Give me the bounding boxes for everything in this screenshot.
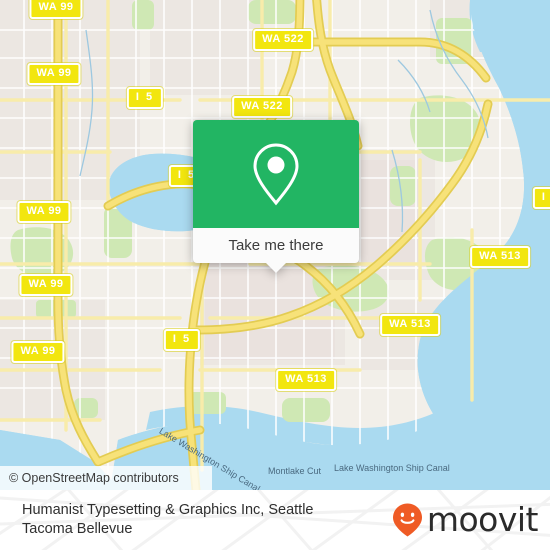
moovit-logo[interactable]: moovit bbox=[392, 490, 539, 550]
road-shield: WA 99 bbox=[29, 0, 83, 19]
road-shield: WA 513 bbox=[470, 246, 530, 268]
water-label: Montlake Cut bbox=[268, 466, 322, 476]
map-pin-icon bbox=[253, 143, 299, 206]
take-me-there-label: Take me there bbox=[228, 237, 324, 254]
road-shield: I 5 bbox=[126, 87, 164, 109]
water-label: Lake Washington Ship Canal bbox=[334, 463, 450, 473]
map-canvas[interactable]: WA 99 WA 522 WA 99 I 5 WA 522 WA 99 I 5 I 5 WA 9… bbox=[0, 0, 550, 490]
footer-bar: Humanist Typesetting & Graphics Inc, Sea… bbox=[0, 490, 550, 550]
moovit-wordmark: moovit bbox=[426, 499, 539, 539]
road-shield: I 5 bbox=[532, 187, 550, 209]
road-shield: WA 513 bbox=[276, 369, 336, 391]
road-shield: WA 513 bbox=[380, 314, 440, 336]
place-title-line-2: Tacoma Bellevue bbox=[22, 521, 133, 537]
road-shield: WA 99 bbox=[19, 274, 73, 296]
road-shield: I 5 bbox=[163, 329, 201, 351]
map-attribution[interactable]: © OpenStreetMap contributors bbox=[0, 466, 212, 490]
take-me-there-button[interactable]: Take me there bbox=[193, 228, 359, 263]
attribution-text: © OpenStreetMap contributors bbox=[9, 471, 179, 485]
take-me-there-popup[interactable]: Take me there bbox=[193, 120, 359, 273]
road-shield: WA 522 bbox=[253, 29, 313, 51]
place-title-line-1: Humanist Typesetting & Graphics Inc, Sea… bbox=[22, 502, 314, 518]
popup-pointer-tail bbox=[265, 262, 287, 273]
road-shield: WA 99 bbox=[27, 63, 81, 85]
road-shield: WA 522 bbox=[232, 96, 292, 118]
road-shield: WA 99 bbox=[17, 201, 71, 223]
popup-icon-area bbox=[193, 120, 359, 228]
road-shield: WA 99 bbox=[11, 341, 65, 363]
moovit-map-screenshot: WA 99 WA 522 WA 99 I 5 WA 522 WA 99 I 5 I 5 WA 9… bbox=[0, 0, 550, 550]
place-title: Humanist Typesetting & Graphics Inc, Sea… bbox=[22, 490, 382, 550]
moovit-pin-logo-icon bbox=[392, 503, 422, 537]
